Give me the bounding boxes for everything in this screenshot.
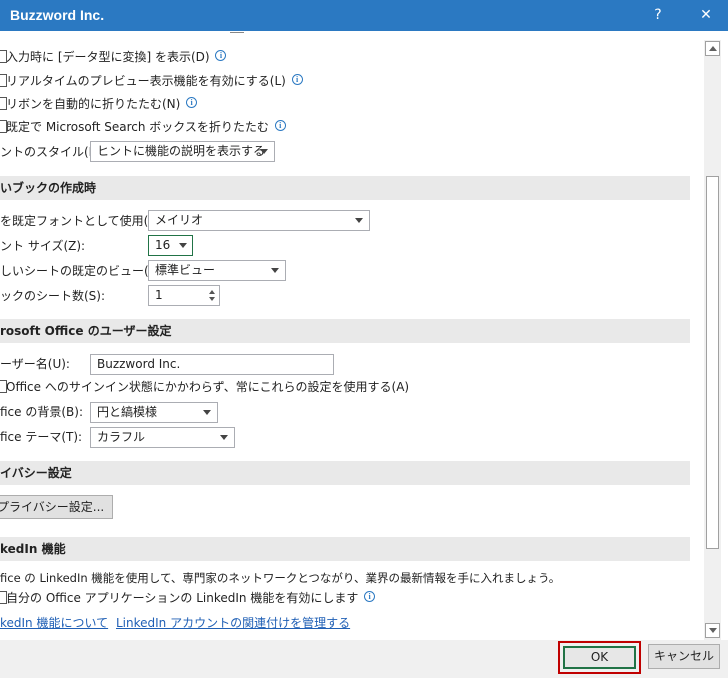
section-personalize: rosoft Office のユーザー設定: [0, 319, 690, 343]
office-theme-select[interactable]: カラフル: [90, 427, 235, 448]
checkbox-show-convert[interactable]: [0, 50, 7, 63]
chevron-down-icon: [355, 218, 363, 223]
sheet-count-value: 1: [155, 288, 163, 302]
option-live-preview: リアルタイムのプレビュー表示機能を有効にする(L) i: [0, 71, 303, 91]
scroll-up-button[interactable]: [705, 41, 720, 56]
label-default-font: を既定フォントとして使用(N):: [0, 214, 167, 228]
label-sheet-count: ックのシート数(S):: [0, 289, 106, 303]
option-enable-linkedin: 自分の Office アプリケーションの LinkedIn 機能を有効にします …: [0, 588, 376, 608]
label-show-convert: 入力時に [データ型に変換] を表示(D): [6, 50, 210, 64]
chevron-down-icon: [179, 243, 187, 248]
label-office-theme: fice テーマ(T):: [0, 430, 83, 444]
label-always-use: Office へのサインイン状態にかかわらず、常にこれらの設定を使用する(A): [6, 380, 410, 394]
font-size-value: 16: [155, 238, 171, 252]
info-icon[interactable]: i: [215, 50, 227, 61]
sheet-count-spinner[interactable]: 1: [148, 285, 220, 306]
option-always-use: Office へのサインイン状態にかかわらず、常にこれらの設定を使用する(A): [0, 377, 409, 397]
cancel-button[interactable]: キャンセル: [648, 644, 720, 669]
help-button[interactable]: ?: [638, 0, 678, 31]
section-privacy: イバシー設定: [0, 461, 690, 485]
scroll-down-button[interactable]: [705, 623, 720, 638]
chevron-up-icon: [709, 46, 717, 51]
info-icon[interactable]: i: [186, 97, 198, 108]
checkbox-enable-linkedin[interactable]: [0, 591, 7, 604]
info-icon[interactable]: i: [291, 74, 303, 85]
spin-down-icon[interactable]: [209, 297, 215, 301]
linkedin-manage-link[interactable]: LinkedIn アカウントの関連付けを管理する: [116, 614, 350, 631]
screentip-style-select[interactable]: ヒントに機能の説明を表示する: [90, 141, 275, 162]
label-collapse-search: 既定で Microsoft Search ボックスを折りたたむ: [6, 120, 269, 134]
section-linkedin: kedIn 機能: [0, 537, 690, 561]
vertical-scrollbar[interactable]: [704, 40, 721, 640]
title-bar: Buzzword Inc. ? ✕: [0, 0, 728, 31]
office-background-select[interactable]: 円と縞模様: [90, 402, 218, 423]
option-show-convert: 入力時に [データ型に変換] を表示(D) i: [0, 47, 227, 67]
scroll-thumb[interactable]: [706, 176, 719, 549]
ok-button[interactable]: OK: [563, 646, 636, 669]
chevron-down-icon: [709, 628, 717, 633]
option-collapse-search: 既定で Microsoft Search ボックスを折りたたむ i: [0, 117, 286, 137]
close-button[interactable]: ✕: [686, 0, 726, 31]
section-new-workbook: いブックの作成時: [0, 176, 690, 200]
ok-button-highlight: OK: [558, 641, 641, 674]
info-icon[interactable]: i: [274, 120, 286, 131]
label-user-name: ーザー名(U):: [0, 357, 70, 371]
label-office-background: fice の背景(B):: [0, 405, 83, 419]
default-font-select[interactable]: メイリオ: [148, 210, 370, 231]
default-view-select[interactable]: 標準ビュー: [148, 260, 286, 281]
privacy-settings-label: プライバシー設定...: [0, 500, 105, 514]
office-background-value: 円と縞模様: [97, 405, 158, 419]
default-font-value: メイリオ: [155, 213, 204, 227]
checkbox-collapse-search[interactable]: [0, 120, 7, 133]
cutoff-line: [230, 31, 244, 33]
option-collapse-ribbon: リボンを自動的に折りたたむ(N) i: [0, 94, 198, 114]
label-font-size: ント サイズ(Z):: [0, 239, 86, 253]
window-title: Buzzword Inc.: [10, 7, 105, 23]
info-icon[interactable]: i: [364, 591, 376, 602]
label-enable-linkedin: 自分の Office アプリケーションの LinkedIn 機能を有効にします: [6, 591, 359, 605]
default-view-value: 標準ビュー: [155, 263, 216, 277]
office-theme-value: カラフル: [97, 430, 146, 444]
checkbox-collapse-ribbon[interactable]: [0, 97, 7, 110]
privacy-settings-button[interactable]: プライバシー設定...: [0, 495, 114, 519]
user-name-input[interactable]: Buzzword Inc.: [90, 354, 334, 375]
label-collapse-ribbon: リボンを自動的に折りたたむ(N): [6, 97, 181, 111]
linkedin-about-link[interactable]: kedIn 機能について: [0, 614, 108, 631]
chevron-down-icon: [260, 149, 268, 154]
options-content: 入力時に [データ型に変換] を表示(D) i リアルタイムのプレビュー表示機能…: [0, 31, 704, 640]
font-size-select[interactable]: 16: [148, 235, 193, 256]
checkbox-always-use[interactable]: [0, 380, 7, 393]
label-default-view: しいシートの既定のビュー(V):: [0, 264, 166, 278]
checkbox-live-preview[interactable]: [0, 74, 7, 87]
chevron-down-icon: [271, 268, 279, 273]
dialog-footer: OK キャンセル: [0, 640, 728, 678]
chevron-down-icon: [203, 410, 211, 415]
screentip-style-value: ヒントに機能の説明を表示する: [97, 144, 266, 158]
spin-up-icon[interactable]: [209, 290, 215, 294]
linkedin-description: fice の LinkedIn 機能を使用して、専門家のネットワークとつながり、…: [0, 571, 561, 585]
chevron-down-icon: [220, 435, 228, 440]
label-live-preview: リアルタイムのプレビュー表示機能を有効にする(L): [6, 74, 286, 88]
